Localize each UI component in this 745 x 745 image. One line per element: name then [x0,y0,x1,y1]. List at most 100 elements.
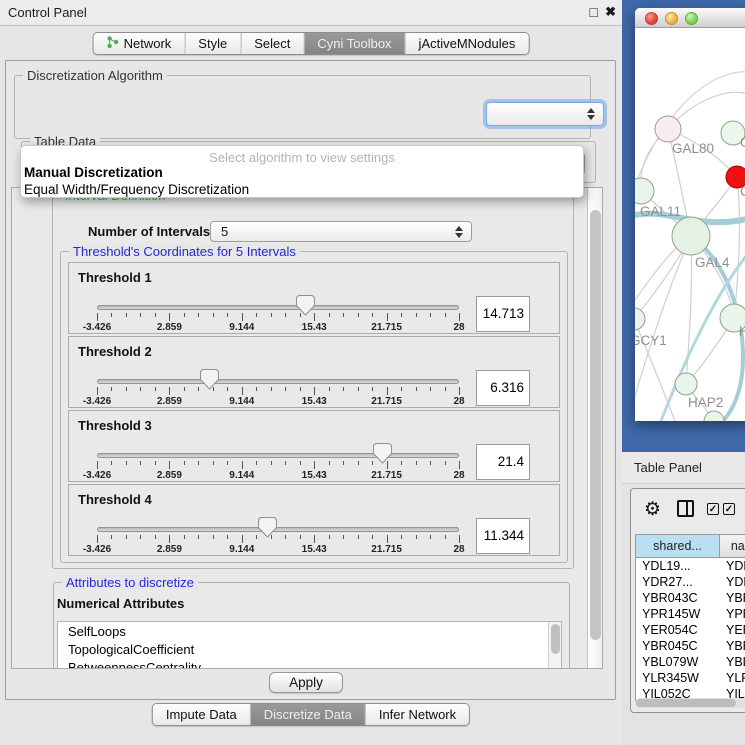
tab-discretize-data[interactable]: Discretize Data [250,704,365,725]
scale-label: 21.715 [371,396,402,407]
node-label: G [740,135,745,150]
algorithm-option[interactable]: Manual Discretization [24,165,163,180]
control-panel-titlebar: Control Panel □ ✖ [0,0,622,26]
network-window-titlebar [635,8,745,28]
checkbox-icon[interactable]: ✓ [707,503,719,515]
top-tab-bar: NetworkStyleSelect Cyni Toolbox jActiveMNo… [93,32,530,55]
scale-label: -3.426 [83,470,111,481]
tick-mark [416,387,417,391]
slider-track[interactable] [97,453,459,458]
close-icon[interactable]: ✖ [605,4,616,20]
scale-label: 2.859 [157,322,182,333]
table-row[interactable]: YBR045CYBR0 [636,638,745,654]
node-label: HAP2 [688,395,723,410]
tab-network[interactable]: Network [94,33,185,54]
slider-track[interactable] [97,527,459,532]
tick-mark [227,313,228,317]
scale-label: 28 [453,470,464,481]
attribute-list-item[interactable]: TopologicalCoefficient [58,640,561,658]
tick-mark [387,387,388,395]
slider-thumb[interactable] [296,295,315,321]
tick-mark [445,313,446,317]
table-row[interactable]: YBR043CYBR0 [636,590,745,606]
tick-mark [459,535,460,543]
network-node-gal4[interactable] [672,217,710,255]
settings-scrollbar[interactable] [587,188,602,668]
threshold-value-field[interactable]: 14.713 [476,296,530,332]
cell-shared-name: YBL079W [636,654,720,670]
threshold-row: Threshold 3-3.4262.8599.14415.4321.71528… [68,410,560,482]
network-edge[interactable] [723,330,743,421]
network-edge[interactable] [734,177,740,318]
algorithm-option[interactable]: Equal Width/Frequency Discretization [24,182,249,197]
scale-label: 9.144 [229,396,254,407]
tick-mark [314,461,315,469]
slider-thumb[interactable] [200,369,219,395]
network-node[interactable] [704,411,724,421]
slider-track[interactable] [97,305,459,310]
tab-jactivemnodules[interactable]: jActiveMNodules [405,33,529,54]
threshold-value-field[interactable]: 11.344 [476,518,530,554]
checkbox-icon[interactable]: ✓ [723,503,735,515]
tick-mark [198,313,199,317]
combo-stepper-icon [455,226,463,238]
tab-label: Cyni Toolbox [317,36,391,51]
column-split-icon[interactable] [677,500,694,517]
tick-mark [184,387,185,391]
network-window[interactable]: GAL80GCGAL11GAL4GCY1HHAP2 [635,8,745,421]
network-canvas[interactable]: GAL80GCGAL11GAL4GCY1HHAP2 [635,28,745,421]
threshold-value-field[interactable]: 21.4 [476,444,530,480]
zoom-traffic-light-icon[interactable] [685,12,698,25]
numerical-attributes-list[interactable]: SelfLoopsTopologicalCoefficientBetweenne… [57,621,562,669]
right-column: GAL80GCGAL11GAL4GCY1HHAP2 Table Panel ⚙ … [622,0,745,745]
threshold-value-field[interactable]: 6.316 [476,370,530,406]
tab-cyni-toolbox[interactable]: Cyni Toolbox [303,33,404,54]
tick-mark [242,461,243,469]
column-header-shared-name[interactable]: shared... [636,535,720,557]
tick-mark [430,461,431,465]
scale-label: 21.715 [371,470,402,481]
tick-mark [227,387,228,391]
slider-thumb[interactable] [258,517,277,543]
algorithm-combobox[interactable] [486,102,604,126]
attributes-scrollbar[interactable] [548,622,561,669]
table-row[interactable]: YPR145WYPR1 [636,606,745,622]
slider-track[interactable] [97,379,459,384]
node-label: GAL4 [695,255,730,270]
tick-mark [416,313,417,317]
tab-select[interactable]: Select [240,33,303,54]
tick-mark [387,535,388,543]
table-row[interactable]: YDR27...YDR2 [636,574,745,590]
tick-mark [343,387,344,391]
slider-thumb[interactable] [373,443,392,469]
network-node-gcy1[interactable] [635,308,645,330]
panel-title: Control Panel [8,5,87,20]
minimize-traffic-light-icon[interactable] [665,12,678,25]
table-row[interactable]: YER054CYER0 [636,622,745,638]
table-row[interactable]: YDL19...YDL1 [636,558,745,574]
tick-mark [256,313,257,317]
tab-style[interactable]: Style [184,33,240,54]
scale-label: 28 [453,322,464,333]
network-node-hap2[interactable] [675,373,697,395]
table-row[interactable]: YLR345WYLR3 [636,670,745,686]
close-traffic-light-icon[interactable] [645,12,658,25]
tab-infer-network[interactable]: Infer Network [365,704,469,725]
node-label: C [740,184,745,199]
control-panel: Control Panel □ ✖ NetworkStyleSelect Cyni… [0,0,622,745]
settings-scroll-area: Interval Definition Number of Intervals … [11,187,603,669]
column-header-name[interactable]: name [720,535,745,557]
gear-icon[interactable]: ⚙ [644,498,661,521]
tab-impute-data[interactable]: Impute Data [153,704,250,725]
tick-mark [155,387,156,391]
attribute-list-item[interactable]: SelfLoops [58,622,561,640]
table-horizontal-scrollbar[interactable] [635,698,745,708]
table-toolbar: ⚙ ✓ ✓ [631,489,745,529]
network-node-gal80[interactable] [655,116,681,142]
number-of-intervals-combobox[interactable]: 5 [210,221,472,242]
attribute-list-item[interactable]: BetweennessCentrality [58,658,561,669]
scale-label: 28 [453,544,464,555]
float-window-icon[interactable]: □ [590,4,598,20]
apply-button[interactable]: Apply [269,672,343,693]
table-row[interactable]: YBL079WYBL0 [636,654,745,670]
